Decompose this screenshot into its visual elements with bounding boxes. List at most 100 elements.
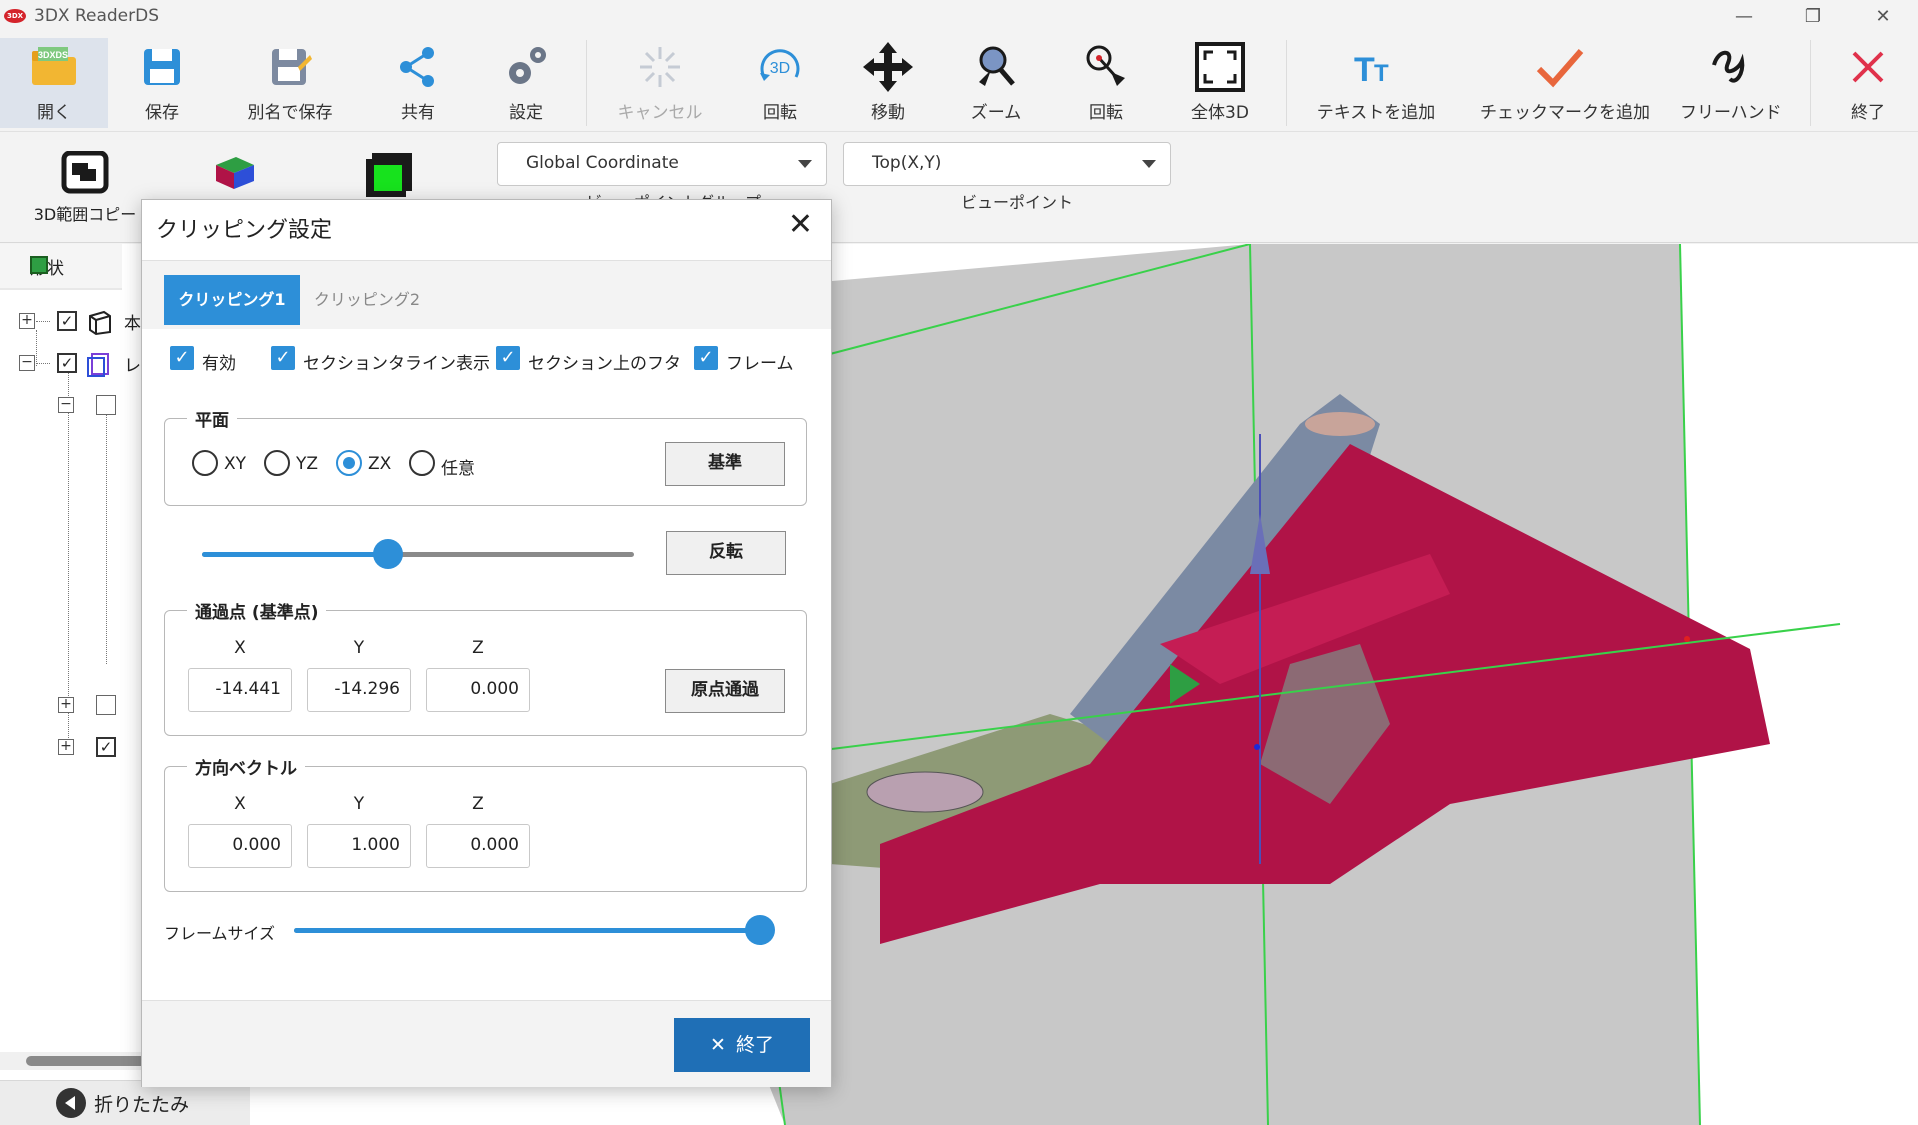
plane-radio-xy[interactable]: XY	[192, 450, 247, 476]
share-button[interactable]: 共有	[380, 38, 456, 128]
gear-icon	[486, 38, 566, 96]
save-as-button[interactable]: 別名で保存	[230, 38, 350, 128]
add-checkmark-label: チェックマークを追加	[1480, 103, 1650, 123]
tree-checkbox[interactable]: ✓	[57, 311, 77, 331]
section-cap-label: セクション上のフタ	[528, 354, 681, 374]
tree-checkbox[interactable]: ✓	[96, 737, 116, 757]
axis-end-point	[1684, 636, 1690, 642]
position-slider-fill	[202, 552, 388, 557]
main-toolbar: 3DXDS 開く 保存 別名で保存 共有 設定 キャンセル 3D 回転 移動 ズ…	[0, 34, 1918, 132]
open-label: 開く	[37, 103, 71, 123]
open-folder-icon: 3DXDS	[0, 38, 108, 96]
green-cube-icon	[366, 153, 412, 197]
viewpoint-select[interactable]: Top(X,Y)	[843, 142, 1171, 186]
axis-label-y: Y	[353, 794, 365, 814]
window-close-button[interactable]: ✕	[1858, 2, 1908, 32]
fit-all-button[interactable]: 全体3D	[1170, 38, 1270, 128]
frame-size-slider-fill	[294, 928, 760, 933]
rotate-3d-button[interactable]: 3D 回転	[740, 38, 820, 128]
position-slider[interactable]	[202, 539, 634, 569]
tab-shape[interactable]: 形状	[0, 244, 122, 290]
flip-button[interactable]: 反転	[666, 531, 786, 575]
exit-button[interactable]: 終了	[1828, 38, 1908, 128]
direction-x-field[interactable]: 0.000	[188, 824, 292, 868]
frame-checkbox[interactable]: ✓ フレーム	[694, 346, 794, 374]
scrollbar-thumb[interactable]	[26, 1056, 146, 1066]
add-text-button[interactable]: TT テキストを追加	[1316, 38, 1436, 128]
tree-checkbox[interactable]	[96, 695, 116, 715]
dialog-close-button[interactable]: ✕	[788, 210, 813, 240]
plane-radio-yz[interactable]: YZ	[264, 450, 319, 476]
axis-label-y: Y	[353, 638, 365, 658]
section-view-button[interactable]	[210, 151, 260, 199]
save-button[interactable]: 保存	[110, 38, 214, 128]
freehand-icon	[1680, 38, 1780, 96]
shaded-view-button[interactable]	[364, 151, 414, 203]
rotate-button[interactable]: 回転	[1066, 38, 1146, 128]
open-button[interactable]: 3DXDS 開く	[0, 38, 108, 128]
viewpoint-value: Top(X,Y)	[872, 153, 942, 173]
freehand-label: フリーハンド	[1680, 103, 1782, 123]
settings-button[interactable]: 設定	[486, 38, 566, 128]
plane-option-label: ZX	[368, 454, 392, 474]
plane-radio-zx[interactable]: ZX	[336, 450, 391, 476]
tree-expander[interactable]: +	[58, 697, 74, 713]
move-arrows-icon	[848, 38, 928, 96]
enabled-checkbox[interactable]: ✓ 有効	[170, 346, 260, 374]
dialog-title: クリッピング設定	[156, 218, 333, 243]
clipping-tab-bar: クリッピング1 クリッピング2	[142, 261, 831, 329]
tree-connector	[68, 372, 69, 744]
move-button[interactable]: 移動	[848, 38, 928, 128]
axis-label-z: Z	[472, 794, 484, 814]
tree-expander[interactable]: +	[19, 313, 35, 329]
tree-expander[interactable]: +	[58, 739, 74, 755]
add-checkmark-button[interactable]: チェックマークを追加	[1480, 38, 1650, 128]
restore-button[interactable]: ❐	[1788, 2, 1838, 32]
olive-tube-part	[866, 771, 984, 813]
tab-clipping-1[interactable]: クリッピング1	[164, 275, 300, 325]
through-point-x-field[interactable]: -14.441	[188, 668, 292, 712]
base-button[interactable]: 基準	[665, 442, 785, 486]
tree-connector	[36, 321, 50, 322]
share-label: 共有	[401, 103, 435, 123]
tree-expander[interactable]: −	[58, 397, 74, 413]
direction-vector-label: 方向ベクトル	[187, 754, 305, 779]
toolbar-separator	[1286, 40, 1287, 126]
checkbox-check-icon: ✓	[694, 346, 718, 370]
direction-y-field[interactable]: 1.000	[307, 824, 411, 868]
chevron-down-icon	[798, 160, 812, 168]
collapse-arrow-icon[interactable]	[56, 1088, 86, 1118]
tree-expander[interactable]: −	[19, 355, 35, 371]
through-point-z-field[interactable]: 0.000	[426, 668, 530, 712]
frame-size-label: フレームサイズ	[164, 924, 276, 943]
tree-checkbox[interactable]: ✓	[57, 353, 77, 373]
tree-connector	[36, 330, 37, 366]
through-point-y-field[interactable]: -14.296	[307, 668, 411, 712]
pass-origin-button[interactable]: 原点通過	[665, 669, 785, 713]
dialog-end-button[interactable]: ✕ 終了	[674, 1018, 810, 1072]
tree-item-label[interactable]: レ	[124, 351, 141, 376]
tube-end-cap	[1305, 412, 1375, 436]
frame-size-slider-thumb[interactable]	[744, 915, 775, 945]
direction-z-field[interactable]: 0.000	[426, 824, 530, 868]
cancel-label: キャンセル	[617, 103, 703, 123]
cancel-button[interactable]: キャンセル	[610, 38, 710, 128]
body-cube-icon	[89, 310, 111, 336]
position-slider-thumb[interactable]	[372, 539, 403, 569]
minimize-button[interactable]: —	[1719, 2, 1769, 32]
zoom-button[interactable]: ズーム	[956, 38, 1036, 128]
close-icon: ✕	[710, 1034, 726, 1056]
tree-item-label[interactable]: 本	[124, 309, 141, 334]
frame-size-slider[interactable]	[294, 915, 775, 945]
freehand-button[interactable]: フリーハンド	[1680, 38, 1782, 128]
viewpoint-group-select[interactable]: Global Coordinate	[497, 142, 827, 186]
checkbox-check-icon: ✓	[271, 346, 295, 370]
plane-radio-arbitrary[interactable]: 任意	[409, 450, 479, 479]
toolbar-separator	[1810, 40, 1811, 126]
section-line-checkbox[interactable]: ✓ セクションタライン表示	[271, 346, 490, 374]
tree-checkbox[interactable]	[96, 395, 116, 415]
tab-clipping-2[interactable]: クリッピング2	[307, 275, 427, 325]
collapse-label[interactable]: 折りたたみ	[94, 1090, 189, 1117]
copy-3d-range-button[interactable]: 3D範囲コピー	[30, 150, 140, 225]
section-cap-checkbox[interactable]: ✓ セクション上のフタ	[496, 346, 681, 374]
